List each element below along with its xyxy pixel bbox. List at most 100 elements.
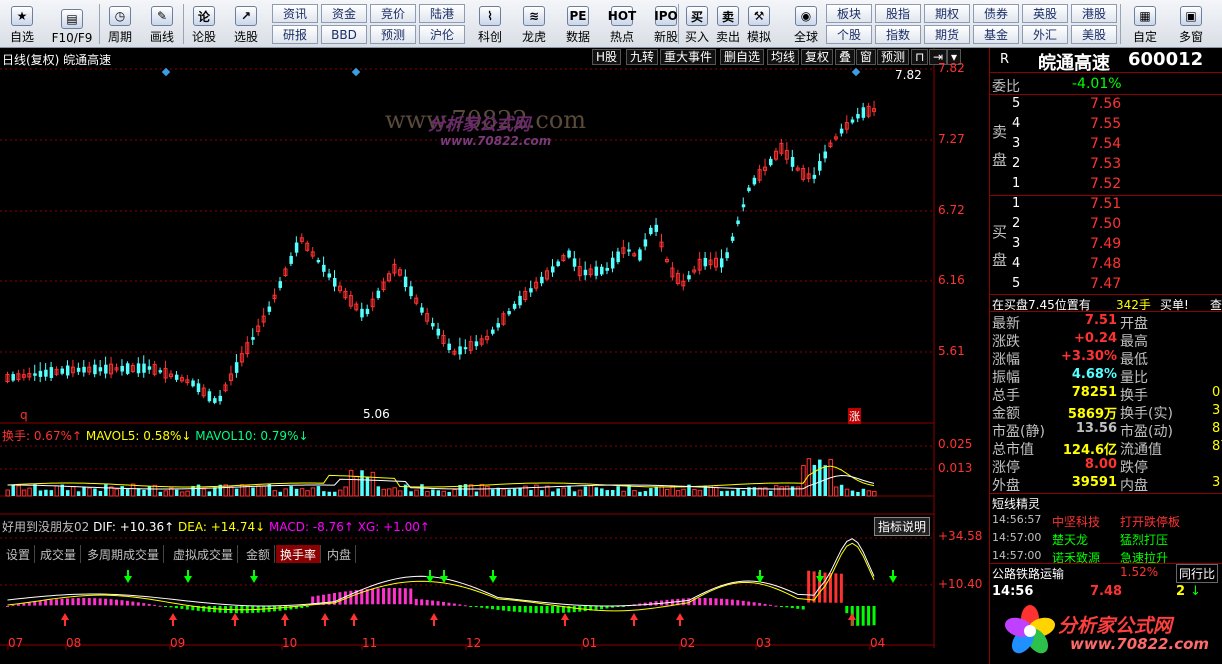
toolbar-icon-btn-2[interactable]: PE 数据	[558, 0, 598, 48]
buy-price[interactable]: 7.49	[1090, 236, 1121, 252]
toolbar-small-btn[interactable]: 研报	[272, 25, 318, 44]
buy-level: 2	[1012, 216, 1021, 231]
short-term-time: 14:57:00	[992, 531, 1042, 544]
macd-histogram-bar	[33, 601, 37, 606]
toolbar-trade-btn-3[interactable]: ◉ 全球	[791, 0, 821, 48]
toolbar-btn-3-label: 画线	[149, 30, 174, 44]
toolbar-btn-2[interactable]: ◷ 周期	[102, 0, 138, 48]
toolbar-icon-btn-0-icon: ⌇	[479, 6, 501, 26]
event-marker-icon[interactable]	[351, 67, 361, 77]
buy-signal-arrow-icon	[564, 620, 566, 626]
buy-price[interactable]: 7.51	[1090, 196, 1121, 212]
toolbar-trade-btn-1[interactable]: 卖卖出	[713, 0, 743, 48]
event-marker-icon[interactable]	[851, 67, 861, 77]
tab-5[interactable]: 换手率	[276, 545, 322, 563]
sector-name[interactable]: 公路铁路运输	[992, 565, 1064, 582]
sell-price[interactable]: 7.56	[1090, 96, 1121, 112]
toolbar-small-btn[interactable]: 预测	[370, 25, 416, 44]
toolbar-small-btn[interactable]: 期货	[924, 25, 970, 44]
tab-2[interactable]: 多周期成交量	[83, 545, 165, 563]
tab-4[interactable]: 金额	[242, 545, 276, 563]
toolbar-btn-5[interactable]: ↗ 选股	[228, 0, 264, 48]
chart-btn-5[interactable]: 复权	[801, 49, 834, 65]
toolbar-small-btn[interactable]: 指数	[875, 25, 921, 44]
candle-body-down	[610, 257, 615, 269]
macd-histogram-bar	[382, 588, 386, 605]
volume-bar	[256, 485, 261, 497]
toolbar-small-btn[interactable]: 陆港	[419, 4, 465, 23]
sell-price[interactable]: 7.52	[1090, 176, 1121, 192]
toolbar-small-btn[interactable]: 板块	[826, 4, 872, 23]
lock-icon[interactable]: ⊓	[911, 49, 929, 65]
toolbar-small-btn[interactable]: 股指	[875, 4, 921, 23]
toolbar-icon-btn-3[interactable]: HOT 热点	[602, 0, 642, 48]
toolbar-small-btn[interactable]: 资讯	[272, 4, 318, 23]
toolbar-small-btn[interactable]: 港股	[1071, 4, 1117, 23]
indicator-help-button[interactable]: 指标说明	[874, 517, 931, 536]
toolbar-small-btn[interactable]: 债券	[973, 4, 1019, 23]
macd-histogram-bar	[425, 599, 429, 606]
volume-bar	[675, 490, 681, 497]
tab-6[interactable]: 内盘	[323, 545, 357, 563]
stat-value: 124.6亿	[1062, 443, 1117, 458]
chart-btn-4[interactable]: 均线	[767, 49, 800, 65]
toolbar-icon-btn-4[interactable]: IPO 新股	[646, 0, 686, 48]
sell-price[interactable]: 7.54	[1090, 136, 1121, 152]
volume-bar	[228, 486, 234, 497]
toolbar-small-btn[interactable]: 沪伦	[419, 25, 465, 44]
toolbar-trade-btn-0[interactable]: 买买入	[682, 0, 712, 48]
volume-bar	[179, 491, 185, 497]
toolbar-small-btn[interactable]: BBD	[321, 25, 367, 44]
buy-signal-arrow-icon	[284, 620, 286, 626]
chart-btn-0[interactable]: H股	[592, 49, 622, 65]
short-term-stock[interactable]: 楚天龙	[1052, 531, 1088, 548]
toolbar-icon-btn-0[interactable]: ⌇ 科创	[470, 0, 510, 48]
buy-price[interactable]: 7.47	[1090, 276, 1121, 292]
sell-price[interactable]: 7.53	[1090, 156, 1121, 172]
sell-price[interactable]: 7.55	[1090, 116, 1121, 132]
chart-btn-3[interactable]: 删自选	[720, 49, 765, 65]
toolbar-end-btn-0[interactable]: ▦ 自定	[1124, 0, 1166, 48]
toolbar-small-btn[interactable]: 竞价	[370, 4, 416, 23]
short-term-title: 短线精灵	[992, 497, 1041, 511]
toolbar-small-btn[interactable]: 外汇	[1022, 25, 1068, 44]
toolbar-small-btn[interactable]: 英股	[1022, 4, 1068, 23]
toolbar-small-btn[interactable]: 美股	[1071, 25, 1117, 44]
candle-body-down	[93, 364, 97, 375]
chart-btn-6[interactable]: 叠	[835, 49, 856, 65]
buy-price[interactable]: 7.50	[1090, 216, 1121, 232]
kline-chart-area[interactable]: 日线(复权) 皖通高速 H股 九转 重大事件 删自选 均线 复权叠窗预测 ⊓ ⇥ ▾ www.7…	[0, 48, 989, 664]
chart-btn-1[interactable]: 九转	[626, 49, 659, 65]
buy-price[interactable]: 7.48	[1090, 256, 1121, 272]
tab-1[interactable]: 成交量	[36, 545, 82, 563]
candle-body-down	[278, 281, 282, 288]
short-term-stock[interactable]: 中坚科技	[1052, 513, 1100, 530]
macd-histogram-bar	[736, 600, 740, 606]
buy-level: 1	[1012, 196, 1021, 211]
toolbar-small-btn[interactable]: 期权	[924, 4, 970, 23]
tab-0[interactable]: 设置	[2, 545, 36, 563]
volume-bar	[185, 490, 190, 497]
toolbar-btn-1[interactable]: ▤ F10/F9	[48, 0, 96, 48]
toolbar-icon-btn-2-label: 数据	[565, 30, 590, 44]
toolbar-trade-btn-2[interactable]: ⚒ 模拟	[744, 0, 774, 48]
volume-bar	[556, 488, 560, 496]
toolbar-end-btn-1[interactable]: ▣ 多窗	[1170, 0, 1212, 48]
chart-btn-8[interactable]: 预测	[877, 49, 910, 65]
event-marker-icon[interactable]	[161, 67, 171, 77]
volume-bar	[158, 491, 163, 496]
toolbar-small-btn[interactable]: 基金	[973, 25, 1019, 44]
tab-3[interactable]: 虚拟成交量	[169, 545, 239, 563]
macd-histogram-bar	[507, 606, 511, 612]
chart-btn-2[interactable]: 重大事件	[660, 49, 717, 65]
sector-compare-button[interactable]: 同行比	[1176, 564, 1219, 583]
toolbar-btn-0[interactable]: ★ 自选	[2, 0, 42, 48]
chart-btn-7[interactable]: 窗	[856, 49, 877, 65]
toolbar-small-btn[interactable]: 个股	[826, 25, 872, 44]
macd-histogram-bar	[769, 604, 772, 606]
toolbar-icon-btn-1[interactable]: ≋ 龙虎	[514, 0, 554, 48]
macd-histogram-bar	[518, 606, 522, 613]
toolbar-small-btn[interactable]: 资金	[321, 4, 367, 23]
toolbar-btn-3[interactable]: ✎ 画线	[144, 0, 180, 48]
toolbar-btn-4[interactable]: 论论股	[186, 0, 222, 48]
